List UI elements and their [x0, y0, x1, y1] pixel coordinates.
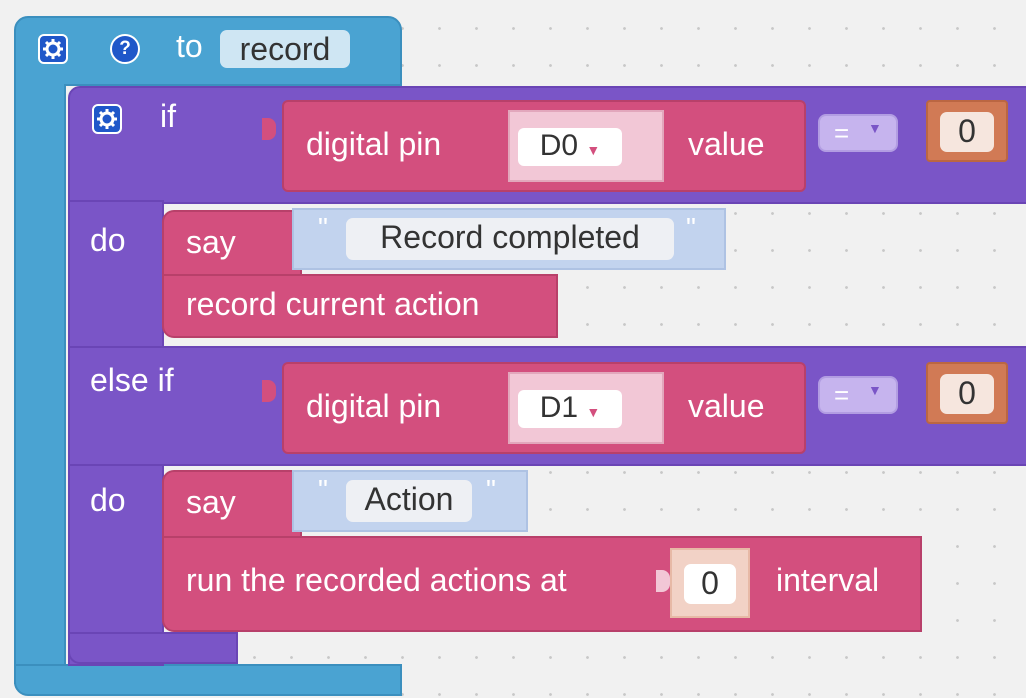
- operator-value: =: [834, 118, 850, 148]
- pin-value: D0: [539, 129, 579, 162]
- procedure-name-field[interactable]: record: [220, 30, 350, 68]
- connector-notch: [656, 570, 670, 592]
- run-recorded-actions-label: run the recorded actions at: [186, 562, 567, 598]
- quote-open: ": [318, 212, 328, 243]
- say-label: say: [186, 224, 236, 260]
- connector-notch: [262, 380, 276, 402]
- do-label: do: [90, 222, 126, 258]
- number-field[interactable]: 0: [940, 374, 994, 414]
- pin-value: D1: [539, 391, 579, 424]
- chevron-down-icon: ▼: [868, 120, 882, 136]
- digital-pin-label: digital pin: [306, 126, 442, 162]
- if-block-footer: [68, 632, 238, 664]
- number-field[interactable]: 0: [940, 112, 994, 152]
- if-label: if: [160, 98, 176, 134]
- do2-label: do: [90, 482, 126, 518]
- value-label: value: [688, 388, 765, 424]
- record-current-action-label: record current action: [186, 286, 480, 322]
- else-if-label: else if: [90, 362, 174, 398]
- procedure-gear-icon[interactable]: [38, 34, 68, 64]
- interval-label: interval: [776, 562, 880, 598]
- operator-value: =: [834, 380, 850, 410]
- help-icon[interactable]: ?: [110, 34, 140, 64]
- chevron-down-icon: ▼: [586, 142, 601, 158]
- operator-dropdown[interactable]: = ▼: [818, 114, 898, 152]
- pin-dropdown-d1[interactable]: D1 ▼: [518, 390, 622, 428]
- say-label: say: [186, 484, 236, 520]
- pin-dropdown-d0[interactable]: D0 ▼: [518, 128, 622, 166]
- chevron-down-icon: ▼: [586, 404, 601, 420]
- chevron-down-icon: ▼: [868, 382, 882, 398]
- interval-field[interactable]: 0: [684, 564, 736, 604]
- procedure-footer: [14, 664, 402, 696]
- operator-dropdown[interactable]: = ▼: [818, 376, 898, 414]
- procedure-spine: [14, 84, 66, 684]
- procedure-to-label: to: [176, 28, 203, 64]
- if-gear-icon[interactable]: [92, 104, 122, 134]
- quote-open: ": [318, 474, 328, 505]
- say-text-field[interactable]: Record completed: [346, 218, 674, 260]
- say-text-field[interactable]: Action: [346, 480, 472, 522]
- quote-close: ": [486, 474, 496, 505]
- digital-pin-label: digital pin: [306, 388, 442, 424]
- quote-close: ": [686, 212, 696, 243]
- value-label: value: [688, 126, 765, 162]
- connector-notch: [262, 118, 276, 140]
